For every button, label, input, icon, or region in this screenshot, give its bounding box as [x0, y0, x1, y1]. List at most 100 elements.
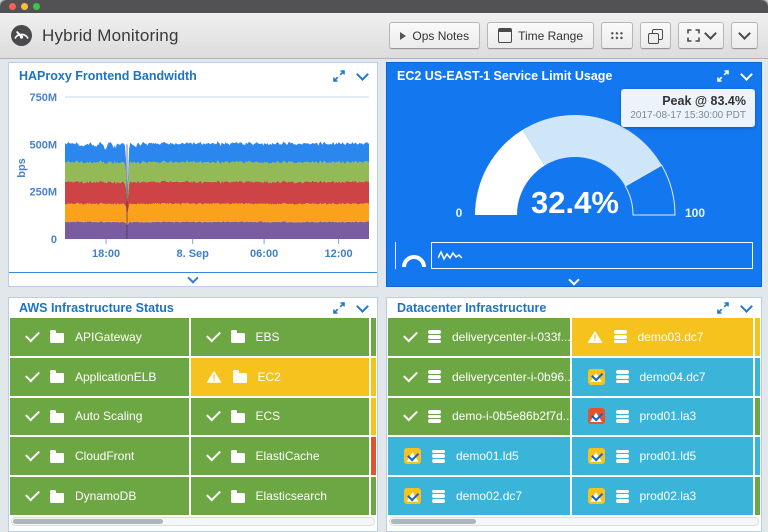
mini-gauge-icon [395, 242, 431, 269]
status-tile[interactable]: DynamoDB [10, 477, 189, 515]
status-tile[interactable]: demo-i-0b5e86b2f7d... [388, 397, 570, 436]
panel-ec2-service-limit: EC2 US-EAST-1 Service Limit Usage 0 100 32… [386, 62, 762, 287]
acknowledged-warning-icon [587, 448, 605, 465]
sparkline-icon [438, 250, 463, 261]
next-column-sliver [371, 477, 376, 515]
svg-text:100: 100 [685, 206, 705, 220]
status-tile[interactable]: CloudFront [10, 437, 189, 476]
status-tile[interactable]: ECS [190, 397, 369, 436]
svg-text:0: 0 [456, 206, 463, 220]
expand-panel-icon[interactable] [717, 302, 729, 314]
server-icon [615, 409, 629, 423]
status-tile[interactable]: APIGateway [10, 318, 189, 356]
collapse-toolbar-button[interactable] [731, 22, 758, 49]
tile-label: ApplicationELB [75, 369, 157, 384]
expand-panel-icon[interactable] [333, 302, 345, 314]
gauge-logo-icon [11, 25, 32, 46]
history-navigator-strip[interactable] [431, 242, 753, 269]
tile-label: APIGateway [75, 329, 142, 344]
fullscreen-menu-button[interactable] [678, 22, 724, 49]
status-tile[interactable]: deliverycenter-i-033f... [388, 318, 570, 356]
check-icon [205, 486, 221, 502]
server-icon [615, 489, 629, 503]
app-title: Hybrid Monitoring [42, 25, 179, 45]
scrollbar-thumb[interactable] [13, 519, 163, 524]
next-column-sliver [371, 318, 376, 356]
panel-collapse-chevron-icon[interactable] [568, 274, 580, 286]
check-icon [403, 327, 418, 343]
peak-value-label: Peak @ 83.4% [662, 94, 746, 108]
expand-panel-icon[interactable] [333, 70, 345, 82]
check-icon [205, 327, 221, 343]
folder-icon [230, 409, 245, 423]
status-tile[interactable]: ! demo03.dc7 [571, 318, 753, 356]
status-tile[interactable]: prod01.ld5 [571, 437, 753, 476]
status-tile[interactable]: ApplicationELB [10, 357, 189, 396]
horizontal-scrollbar[interactable] [11, 517, 375, 526]
status-tile[interactable]: demo02.dc7 [388, 477, 570, 515]
peak-timestamp: 2017-08-17 15:30:00 PDT [630, 110, 746, 121]
server-icon [428, 409, 441, 423]
horizontal-scrollbar[interactable] [389, 517, 759, 526]
svg-text:250M: 250M [29, 187, 57, 199]
next-column-sliver [755, 397, 760, 436]
window-titlebar [0, 0, 768, 13]
panel-footer [387, 274, 761, 286]
collapse-panel-icon[interactable] [356, 299, 369, 313]
check-icon [403, 367, 418, 383]
dashboard-grid-button[interactable] [601, 22, 633, 49]
status-tile[interactable]: prod02.la3 [571, 477, 753, 515]
panel-header: Datacenter Infrastructure [387, 298, 761, 317]
collapse-panel-icon[interactable] [740, 299, 753, 313]
tile-label: Auto Scaling [75, 409, 143, 424]
status-tile[interactable]: Auto Scaling [10, 397, 189, 436]
check-icon [25, 407, 40, 422]
svg-text:500M: 500M [29, 139, 57, 151]
acknowledged-warning-icon [404, 448, 421, 465]
fit-screen-icon [687, 29, 700, 42]
minimize-button[interactable] [21, 3, 28, 10]
status-tile[interactable]: deliverycenter-i-0b96... [388, 357, 570, 396]
tile-label: Elasticsearch [255, 489, 327, 504]
tile-label: deliverycenter-i-0b96... [452, 369, 570, 384]
folder-icon [50, 370, 64, 384]
status-tile[interactable]: prod01.la3 [571, 397, 753, 436]
calendar-icon [498, 28, 513, 43]
scrollbar-thumb[interactable] [391, 519, 476, 524]
server-icon [432, 449, 445, 463]
panel-header: AWS Infrastructure Status [9, 298, 377, 317]
folder-icon [230, 449, 245, 463]
layers-button[interactable] [640, 22, 671, 49]
status-tile[interactable]: EBS [190, 318, 369, 356]
acknowledged-warning-icon [404, 488, 421, 505]
play-icon [400, 31, 407, 40]
panel-collapse-chevron-icon[interactable] [187, 272, 199, 284]
next-column-sliver [755, 477, 760, 515]
folder-icon [230, 489, 245, 503]
folder-icon [50, 449, 64, 463]
time-range-button[interactable]: Time Range [487, 22, 594, 49]
status-tile[interactable]: ElastiCache [190, 437, 369, 476]
check-icon [25, 367, 40, 383]
tile-label: prod01.la3 [639, 409, 697, 424]
status-tile[interactable]: Elasticsearch [190, 477, 369, 515]
next-column-sliver [755, 357, 760, 396]
svg-text:12:00: 12:00 [325, 248, 353, 260]
tile-label: ECS [255, 409, 281, 424]
status-tile[interactable]: ! EC2 [190, 357, 369, 396]
panel-datacenter-infrastructure: Datacenter Infrastructure deliverycenter… [386, 297, 762, 532]
panel-haproxy-bandwidth: HAProxy Frontend Bandwidth 0 250M 500M 750M… [8, 62, 378, 287]
svg-text:8. Sep: 8. Sep [176, 248, 209, 260]
check-icon [205, 446, 221, 462]
close-button[interactable] [9, 3, 16, 10]
check-icon [403, 407, 418, 422]
next-column-sliver [371, 437, 376, 476]
svg-text:750M: 750M [29, 92, 57, 104]
status-tile[interactable]: demo04.dc7 [571, 357, 753, 396]
collapse-panel-icon[interactable] [356, 67, 369, 81]
ops-notes-button[interactable]: Ops Notes [389, 22, 481, 49]
folder-icon [230, 330, 245, 344]
zoom-button[interactable] [33, 3, 40, 10]
status-tile[interactable]: demo01.ld5 [388, 437, 570, 476]
tile-label: EBS [255, 329, 280, 344]
